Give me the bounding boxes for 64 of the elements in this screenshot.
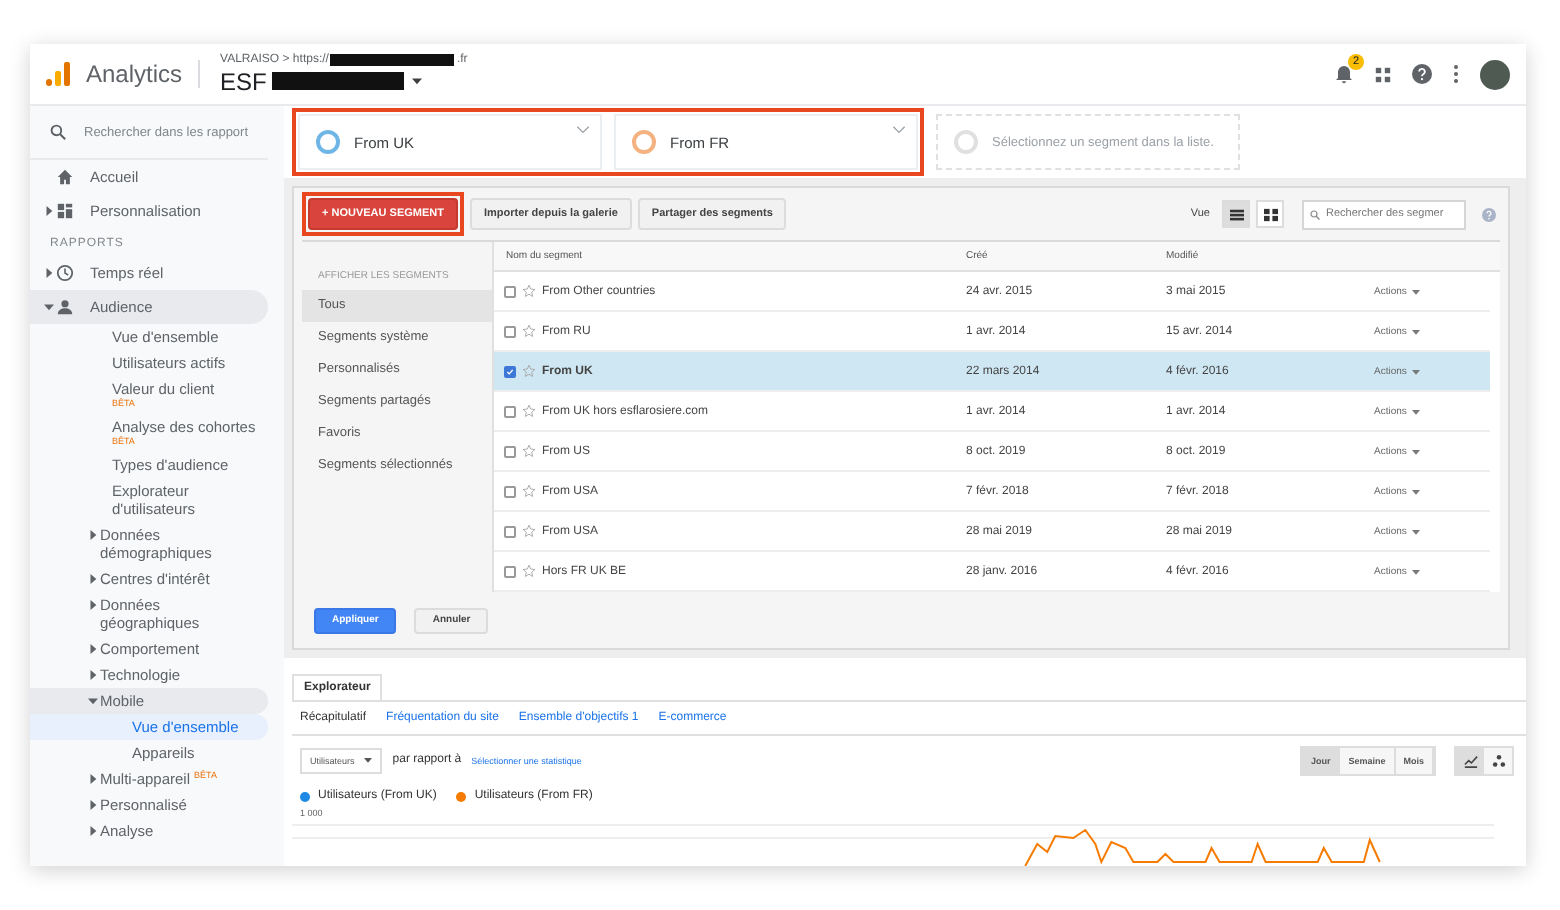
caret-icon[interactable] — [412, 76, 423, 86]
avatar[interactable] — [1480, 59, 1510, 89]
list-view-toggle[interactable] — [1222, 200, 1250, 228]
caret-icon[interactable] — [88, 574, 98, 584]
redaction-bar — [330, 53, 455, 65]
search-icon — [1310, 209, 1320, 219]
line-chart-toggle[interactable] — [1456, 747, 1484, 773]
more-icon[interactable] — [1452, 64, 1460, 84]
grid-view-toggle[interactable] — [1256, 200, 1284, 228]
person-icon — [56, 298, 74, 316]
analytics-logo-icon — [46, 62, 70, 86]
star-icon[interactable] — [522, 484, 536, 498]
caret-icon[interactable] — [88, 696, 98, 706]
checkbox[interactable] — [504, 365, 516, 377]
property-name[interactable]: ESF — [220, 67, 267, 95]
dashboard-icon — [56, 202, 74, 220]
help-icon[interactable] — [1412, 64, 1432, 84]
caret-icon[interactable] — [88, 774, 98, 784]
checkbox[interactable] — [504, 445, 516, 457]
checkbox[interactable] — [504, 285, 516, 297]
redaction-bar — [272, 72, 405, 90]
caret-icon[interactable] — [44, 206, 54, 216]
product-name: Analytics — [86, 60, 201, 88]
clock-icon — [56, 264, 74, 282]
caret-icon[interactable] — [88, 670, 98, 680]
scatter-icon — [1491, 753, 1505, 767]
caret-icon[interactable] — [88, 800, 98, 810]
checkbox[interactable] — [504, 565, 516, 577]
checkbox[interactable] — [504, 405, 516, 417]
star-icon[interactable] — [522, 364, 536, 378]
checkbox[interactable] — [504, 525, 516, 537]
caret-icon[interactable] — [1412, 287, 1421, 295]
star-icon[interactable] — [522, 444, 536, 458]
star-icon[interactable] — [522, 284, 536, 298]
caret-icon — [364, 756, 373, 764]
caret-icon[interactable] — [1412, 327, 1421, 335]
chevron-icon[interactable] — [892, 126, 906, 134]
caret-icon[interactable] — [88, 600, 98, 610]
caret-icon[interactable] — [88, 826, 98, 836]
star-icon[interactable] — [522, 324, 536, 338]
caret-icon[interactable] — [1412, 447, 1421, 455]
chevron-icon[interactable] — [576, 126, 590, 134]
home-icon — [56, 168, 74, 186]
caret-icon[interactable] — [1412, 567, 1421, 575]
caret-icon[interactable] — [44, 302, 54, 312]
caret-icon[interactable] — [1412, 407, 1421, 415]
search-icon — [50, 124, 66, 140]
checkbox[interactable] — [504, 325, 516, 337]
bell-icon[interactable] — [1334, 64, 1354, 84]
caret-icon[interactable] — [44, 268, 54, 278]
scatter-chart-toggle[interactable] — [1484, 747, 1512, 773]
caret-icon[interactable] — [1412, 487, 1421, 495]
list-icon — [1229, 207, 1243, 221]
checkbox[interactable] — [504, 485, 516, 497]
star-icon[interactable] — [522, 524, 536, 538]
star-icon[interactable] — [522, 404, 536, 418]
apps-icon[interactable] — [1374, 65, 1392, 83]
caret-icon[interactable] — [1412, 527, 1421, 535]
line-chart-icon — [1463, 753, 1477, 767]
star-icon[interactable] — [522, 564, 536, 578]
grid-icon — [1263, 207, 1277, 221]
caret-icon[interactable] — [88, 530, 98, 540]
caret-icon[interactable] — [88, 644, 98, 654]
empty-ring — [954, 130, 978, 154]
